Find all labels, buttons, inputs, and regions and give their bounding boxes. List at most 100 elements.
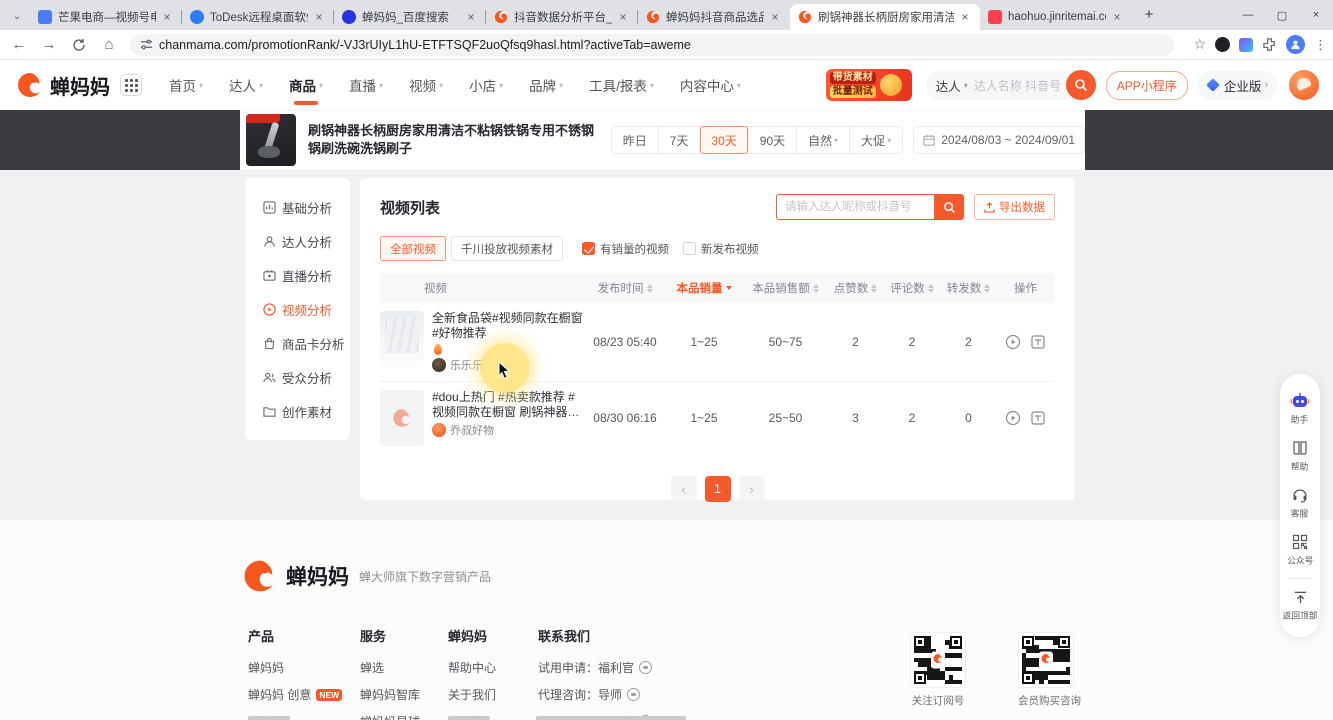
tab-close-icon[interactable]: × xyxy=(312,10,326,24)
sidebar-item-product-card-analysis[interactable]: 商品卡分析 xyxy=(245,326,350,360)
chanmama-logo[interactable]: 蝉妈妈 xyxy=(16,71,110,100)
window-maximize-button[interactable]: ▢ xyxy=(1265,0,1299,30)
new-tab-button[interactable]: + xyxy=(1138,4,1160,26)
sidebar-item-basic-analysis[interactable]: 基础分析 xyxy=(245,190,350,224)
play-video-icon[interactable] xyxy=(1005,410,1021,426)
date-filter-7d[interactable]: 7天 xyxy=(659,126,701,154)
tab-close-icon[interactable]: × xyxy=(464,10,478,24)
product-thumbnail[interactable] xyxy=(246,114,296,166)
menu-item-video[interactable]: 视频▾ xyxy=(396,60,456,110)
tab-search-chevron-icon[interactable]: ⌄ xyxy=(8,7,26,25)
video-title[interactable]: 全新食品袋#视频同款在橱窗 #好物推荐 xyxy=(432,311,585,341)
filter-newly-published[interactable]: 新发布视频 xyxy=(683,241,759,257)
url-text[interactable]: chanmama.com/promotionRank/-VJ3rUIyL1hU-… xyxy=(159,38,691,52)
menu-item-daren[interactable]: 达人▾ xyxy=(216,60,276,110)
footer-link[interactable]: 蝉妈妈 创意NEW xyxy=(248,686,342,703)
browser-tab-7[interactable]: haohuo.jinritemai.com/ecom… × xyxy=(980,4,1132,30)
browser-profile-avatar[interactable] xyxy=(1286,35,1305,54)
sidebar-item-daren-analysis[interactable]: 达人分析 xyxy=(245,224,350,258)
extension-icon[interactable] xyxy=(1239,38,1253,52)
date-filter-promo[interactable]: 大促▾ xyxy=(850,126,902,154)
footer-link[interactable]: 关于我们 xyxy=(448,686,496,703)
search-placeholder[interactable]: 达人名称 抖音号 xyxy=(974,77,1066,94)
filter-has-sales[interactable]: 有销量的视频 xyxy=(582,241,669,257)
search-button[interactable] xyxy=(1066,70,1096,100)
back-to-top-button[interactable]: 返回顶部 xyxy=(1280,583,1320,629)
extension-icon[interactable] xyxy=(1215,37,1230,52)
tab-close-icon[interactable]: × xyxy=(958,10,972,24)
sidebar-item-audience-analysis[interactable]: 受众分析 xyxy=(245,360,350,394)
play-video-icon[interactable] xyxy=(1005,334,1021,350)
tab-qianchuan-videos[interactable]: 千川投放视频素材 xyxy=(451,236,563,261)
tab-close-icon[interactable]: × xyxy=(1110,10,1124,24)
video-title[interactable]: #dou上热门 #热卖款推荐 #视频同款在橱窗 刷锅神器清洁干净长柄不锈钢刷锅子… xyxy=(432,390,585,420)
video-search-button[interactable] xyxy=(934,194,964,220)
url-bar[interactable]: chanmama.com/promotionRank/-VJ3rUIyL1hU-… xyxy=(130,34,1174,56)
export-data-button[interactable]: 导出数据 xyxy=(974,194,1055,220)
browser-tab-3[interactable]: 蝉妈妈_百度搜索 × xyxy=(334,4,486,30)
transcript-icon[interactable] xyxy=(1030,410,1046,426)
col-publish-time[interactable]: 发布时间 xyxy=(585,280,665,296)
date-filter-30d[interactable]: 30天 xyxy=(700,126,748,154)
col-shares[interactable]: 转发数 xyxy=(941,280,996,296)
footer-link[interactable]: 蝉妈妈智库 xyxy=(360,686,420,703)
help-button[interactable]: 帮助 xyxy=(1280,433,1320,480)
browser-tab-2[interactable]: ToDesk远程桌面软件-免费安… × xyxy=(182,4,334,30)
sidebar-item-creative-material[interactable]: 创作素材 xyxy=(245,394,350,428)
customer-service-button[interactable]: 客服 xyxy=(1280,480,1320,527)
app-miniprogram-button[interactable]: APP小程序 xyxy=(1106,71,1188,100)
extensions-puzzle-icon[interactable] xyxy=(1262,37,1277,52)
user-avatar[interactable] xyxy=(1289,70,1319,100)
transcript-icon[interactable] xyxy=(1030,334,1046,350)
date-filter-90d[interactable]: 90天 xyxy=(749,126,797,154)
assistant-button[interactable]: 助手 xyxy=(1280,386,1320,433)
prev-page-button[interactable]: ‹ xyxy=(671,476,697,502)
browser-menu-icon[interactable]: ⋮ xyxy=(1314,37,1327,53)
date-range-picker[interactable]: 2024/08/03 ~ 2024/09/01 xyxy=(913,126,1085,154)
video-search-input[interactable] xyxy=(776,194,934,220)
sidebar-item-live-analysis[interactable]: 直播分析 xyxy=(245,258,350,292)
page-1-button[interactable]: 1 xyxy=(705,476,731,502)
home-icon[interactable]: ⌂ xyxy=(98,34,120,56)
window-minimize-button[interactable]: — xyxy=(1231,0,1265,30)
enterprise-button[interactable]: 企业版 › xyxy=(1198,71,1277,100)
header-search[interactable]: 达人▾ 达人名称 抖音号 xyxy=(926,70,1096,100)
browser-tab-1[interactable]: 芒果电商—视频号电商玩法全 × xyxy=(30,4,182,30)
video-thumbnail[interactable] xyxy=(380,390,424,446)
video-author[interactable]: 乔叔好物 xyxy=(432,422,585,438)
browser-tab-4[interactable]: 抖音数据分析平台_抖音直播… × xyxy=(486,4,638,30)
search-category-select[interactable]: 达人▾ xyxy=(936,76,974,95)
menu-item-content-center[interactable]: 内容中心▾ xyxy=(667,60,754,110)
apps-grid-icon[interactable] xyxy=(120,74,142,96)
checkbox-checked-icon[interactable] xyxy=(582,242,595,255)
reload-icon[interactable] xyxy=(68,34,90,56)
footer-link[interactable]: 蝉选 xyxy=(360,659,420,676)
checkbox-unchecked-icon[interactable] xyxy=(683,242,696,255)
window-close-button[interactable]: × xyxy=(1299,0,1333,30)
footer-contact[interactable]: 试用申请：福利官 xyxy=(538,659,652,676)
menu-item-shop[interactable]: 小店▾ xyxy=(456,60,516,110)
forward-icon[interactable]: → xyxy=(38,34,60,56)
menu-item-brand[interactable]: 品牌▾ xyxy=(516,60,576,110)
date-filter-yesterday[interactable]: 昨日 xyxy=(612,126,659,154)
back-icon[interactable]: ← xyxy=(8,34,30,56)
wechat-official-button[interactable]: 公众号 xyxy=(1280,527,1320,574)
next-page-button[interactable]: › xyxy=(739,476,765,502)
site-settings-icon[interactable] xyxy=(140,38,153,51)
tab-close-icon[interactable]: × xyxy=(768,10,782,24)
menu-item-product[interactable]: 商品▾ xyxy=(276,60,336,110)
tab-close-icon[interactable]: × xyxy=(160,10,174,24)
menu-item-home[interactable]: 首页▾ xyxy=(156,60,216,110)
menu-item-live[interactable]: 直播▾ xyxy=(336,60,396,110)
menu-item-tools[interactable]: 工具/报表▾ xyxy=(576,60,667,110)
col-item-revenue[interactable]: 本品销售额 xyxy=(743,280,828,296)
browser-tab-active[interactable]: 刷锅神器长柄厨房家用清洁不… × xyxy=(790,4,980,30)
col-likes[interactable]: 点赞数 xyxy=(828,280,883,296)
tab-all-videos[interactable]: 全部视频 xyxy=(380,236,446,261)
date-filter-natural[interactable]: 自然▾ xyxy=(797,126,850,154)
footer-link[interactable]: 帮助中心 xyxy=(448,659,496,676)
sidebar-item-video-analysis[interactable]: 视频分析 xyxy=(245,292,350,326)
promo-banner[interactable]: 带货素材 批量测试 xyxy=(826,69,912,101)
bookmark-star-icon[interactable]: ☆ xyxy=(1193,36,1206,53)
video-thumbnail[interactable] xyxy=(380,311,424,367)
